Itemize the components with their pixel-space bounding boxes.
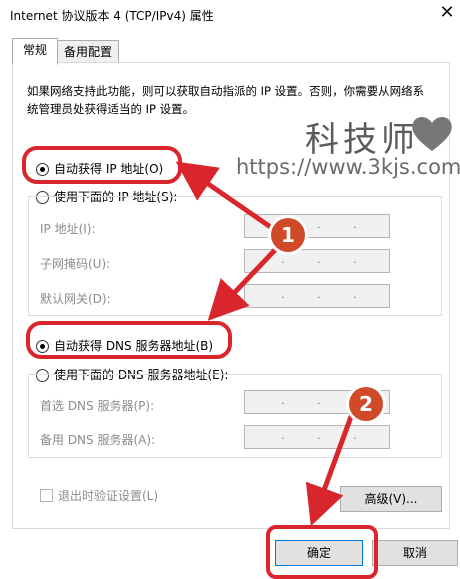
arrow-1-to-ip-auto [175,161,275,231]
annotation-arrows [175,161,355,527]
arrow-1-to-dns-auto [207,247,278,321]
step-badge-1: 1 [271,218,305,252]
step-badge-2: 2 [349,387,383,421]
arrow-2-to-ok [305,411,355,527]
tab-general[interactable]: 常规 [12,38,58,65]
